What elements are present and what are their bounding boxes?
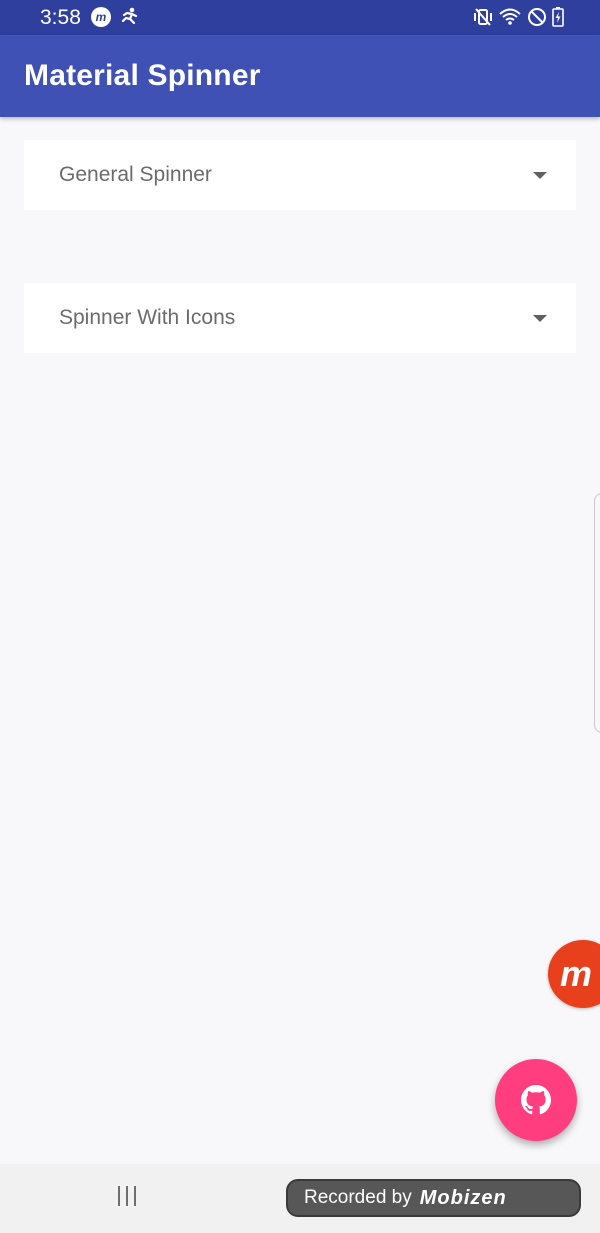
recent-apps-icon[interactable] — [118, 1186, 136, 1206]
recorded-by-text: Recorded by — [304, 1187, 412, 1208]
svg-text:m: m — [96, 10, 107, 24]
mobizen-logo: Mobizen — [419, 1186, 507, 1209]
recording-banner: Recorded by Mobizen — [286, 1179, 581, 1217]
spinner-label: Spinner With Icons — [59, 306, 236, 329]
edge-panel-handle[interactable] — [594, 493, 600, 733]
mobizen-floating-bubble[interactable]: m — [548, 940, 600, 1008]
vibrate-mute-icon — [474, 8, 492, 26]
spinner-with-icons[interactable]: Spinner With Icons — [24, 283, 576, 353]
status-right-icons — [473, 7, 564, 27]
general-spinner[interactable]: General Spinner — [24, 140, 576, 210]
wifi-icon — [499, 8, 521, 25]
mobizen-icon: m — [91, 7, 111, 27]
running-figure-icon — [121, 7, 138, 25]
mobizen-bubble-letter: m — [560, 953, 593, 994]
dropdown-arrow-icon — [533, 315, 547, 322]
do-not-disturb-icon — [528, 8, 546, 26]
github-fab-button[interactable] — [495, 1059, 577, 1141]
status-bar: 3:58 m — [0, 0, 600, 35]
dropdown-arrow-icon — [533, 172, 547, 179]
github-icon — [521, 1085, 551, 1115]
status-left-icons: m — [90, 6, 140, 28]
status-time: 3:58 — [40, 6, 81, 29]
navigation-bar: Recorded by Mobizen — [0, 1164, 600, 1233]
page-title: Material Spinner — [24, 59, 261, 92]
battery-charging-icon — [552, 7, 564, 27]
app-bar: Material Spinner — [0, 35, 600, 117]
spinner-label: General Spinner — [59, 163, 212, 186]
